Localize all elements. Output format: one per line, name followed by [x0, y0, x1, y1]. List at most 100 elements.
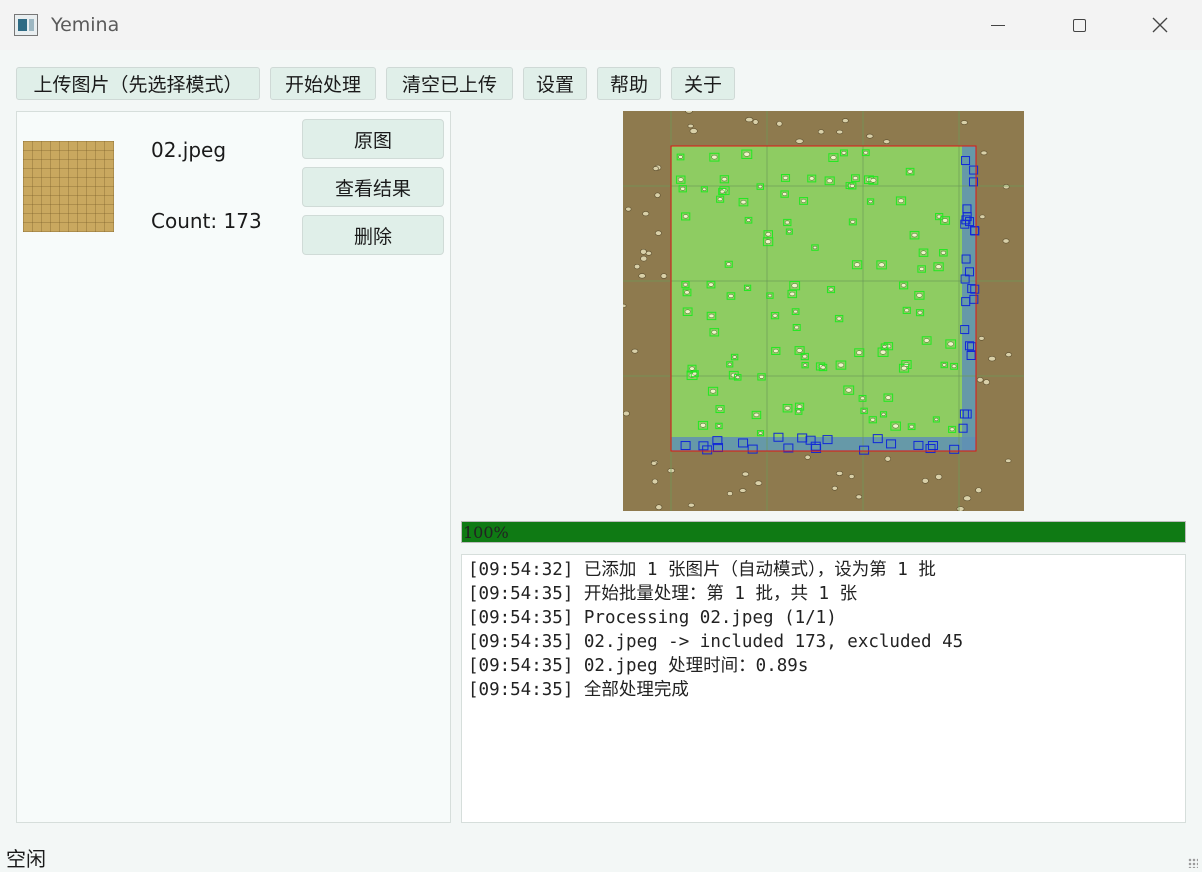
yeast-cell	[710, 388, 717, 394]
yeast-cell	[745, 286, 750, 290]
view-result-button[interactable]: 查看结果	[302, 167, 444, 207]
yeast-cell	[963, 495, 972, 502]
yeast-cell	[784, 220, 790, 225]
about-button[interactable]: 关于	[671, 67, 735, 100]
yeast-cell	[907, 169, 913, 174]
view-original-button[interactable]: 原图	[302, 119, 444, 159]
yeast-cell	[920, 250, 927, 255]
yeast-cell	[830, 155, 837, 160]
yeast-cell	[850, 220, 856, 224]
yeast-cell	[743, 151, 751, 157]
yeast-cell	[700, 422, 707, 428]
yeast-cell	[849, 184, 855, 188]
yeast-cell	[979, 214, 986, 220]
yeast-cell	[898, 198, 905, 204]
result-preview-image	[623, 111, 1024, 511]
file-list-panel: 02.jpeg Count: 173 原图 查看结果 删除	[16, 111, 451, 823]
yeast-cell	[685, 111, 693, 114]
help-button[interactable]: 帮助	[597, 67, 661, 100]
excluded-band-right	[962, 146, 976, 451]
yeast-cell	[809, 176, 815, 181]
image-thumbnail[interactable]	[23, 141, 114, 232]
yeast-cell	[642, 211, 650, 217]
yeast-cell	[759, 374, 764, 379]
yeast-cell	[837, 362, 845, 368]
yeast-cell	[842, 118, 849, 124]
yeast-cell	[752, 119, 759, 125]
minimize-button[interactable]	[975, 6, 1021, 44]
start-processing-button[interactable]: 开始处理	[270, 67, 376, 100]
yeast-cell	[820, 365, 826, 370]
clear-uploaded-button[interactable]: 清空已上传	[386, 67, 513, 100]
yeast-cell	[817, 129, 825, 135]
yeast-cell	[767, 293, 773, 298]
settings-button[interactable]: 设置	[523, 67, 587, 100]
yeast-cell	[735, 375, 740, 380]
yeast-cell	[654, 230, 662, 236]
yeast-cell	[921, 478, 929, 484]
yeast-cell	[917, 310, 923, 315]
resize-grip[interactable]	[1188, 858, 1198, 868]
yeast-cell	[976, 377, 984, 383]
close-button[interactable]	[1137, 6, 1183, 44]
delete-button[interactable]: 删除	[302, 215, 444, 255]
yeast-cell	[727, 362, 732, 366]
yeast-cell	[935, 474, 943, 480]
yeast-cell	[923, 338, 930, 343]
yeast-cell	[640, 248, 647, 255]
yeast-cell	[730, 372, 737, 378]
yeast-cell	[802, 354, 808, 359]
yeast-cell	[689, 128, 698, 134]
log-console: [09:54:32] 已添加 1 张图片（自动模式），设为第 1 批 [09:5…	[461, 554, 1186, 823]
yeast-cell	[935, 264, 942, 270]
yeast-cell	[800, 198, 807, 203]
yeast-cell	[640, 255, 648, 262]
yeast-cell	[740, 199, 747, 205]
upload-button[interactable]: 上传图片（先选择模式）	[16, 67, 260, 100]
yeast-cell	[633, 263, 641, 270]
yeast-cell	[836, 129, 844, 135]
yeast-cell	[870, 417, 876, 422]
yeast-cell	[1002, 238, 1010, 244]
yeast-cell	[631, 348, 639, 354]
yeast-cell	[975, 487, 982, 494]
progress-fill	[462, 522, 1185, 542]
yeast-cell	[845, 387, 852, 393]
yeast-cell	[625, 206, 632, 212]
yeast-cell	[879, 349, 887, 355]
yeast-cell	[650, 461, 657, 466]
yeast-cell	[651, 478, 659, 485]
log-line: [09:54:35] 全部处理完成	[468, 680, 689, 700]
yeast-cell	[885, 395, 892, 400]
yeast-cell	[1005, 458, 1012, 463]
yeast-cell	[702, 187, 707, 191]
window-title: Yemina	[51, 14, 120, 36]
yeast-cell	[772, 313, 778, 318]
yeast-cell	[638, 273, 646, 279]
yeast-cell	[721, 177, 728, 182]
maximize-button[interactable]	[1056, 6, 1102, 44]
yeast-cell	[934, 417, 939, 421]
yeast-cell	[758, 184, 763, 189]
log-line: [09:54:35] Processing 02.jpeg (1/1)	[468, 608, 837, 628]
progress-bar: 100%	[461, 521, 1186, 543]
log-line: [09:54:35] 开始批量处理：第 1 批，共 1 张	[468, 584, 858, 604]
yeast-cell	[882, 345, 887, 349]
yeast-cell	[795, 138, 804, 144]
yeast-cell	[684, 290, 690, 295]
yeast-cell	[708, 282, 714, 287]
yeast-cell	[741, 471, 750, 477]
yeast-cell	[765, 232, 772, 237]
yeast-cell	[677, 177, 684, 182]
yeast-cell	[841, 151, 847, 155]
yeast-cell	[623, 303, 627, 308]
yeast-cell	[789, 291, 796, 297]
yeast-cell	[861, 409, 867, 413]
yeast-cell	[883, 139, 891, 144]
yeast-cell	[739, 488, 747, 493]
yeast-cell	[951, 364, 957, 369]
log-line: [09:54:32] 已添加 1 张图片（自动模式），设为第 1 批	[468, 560, 936, 580]
yeast-cell	[652, 166, 659, 171]
yeast-cell	[726, 262, 732, 267]
yeast-cell	[885, 344, 892, 349]
